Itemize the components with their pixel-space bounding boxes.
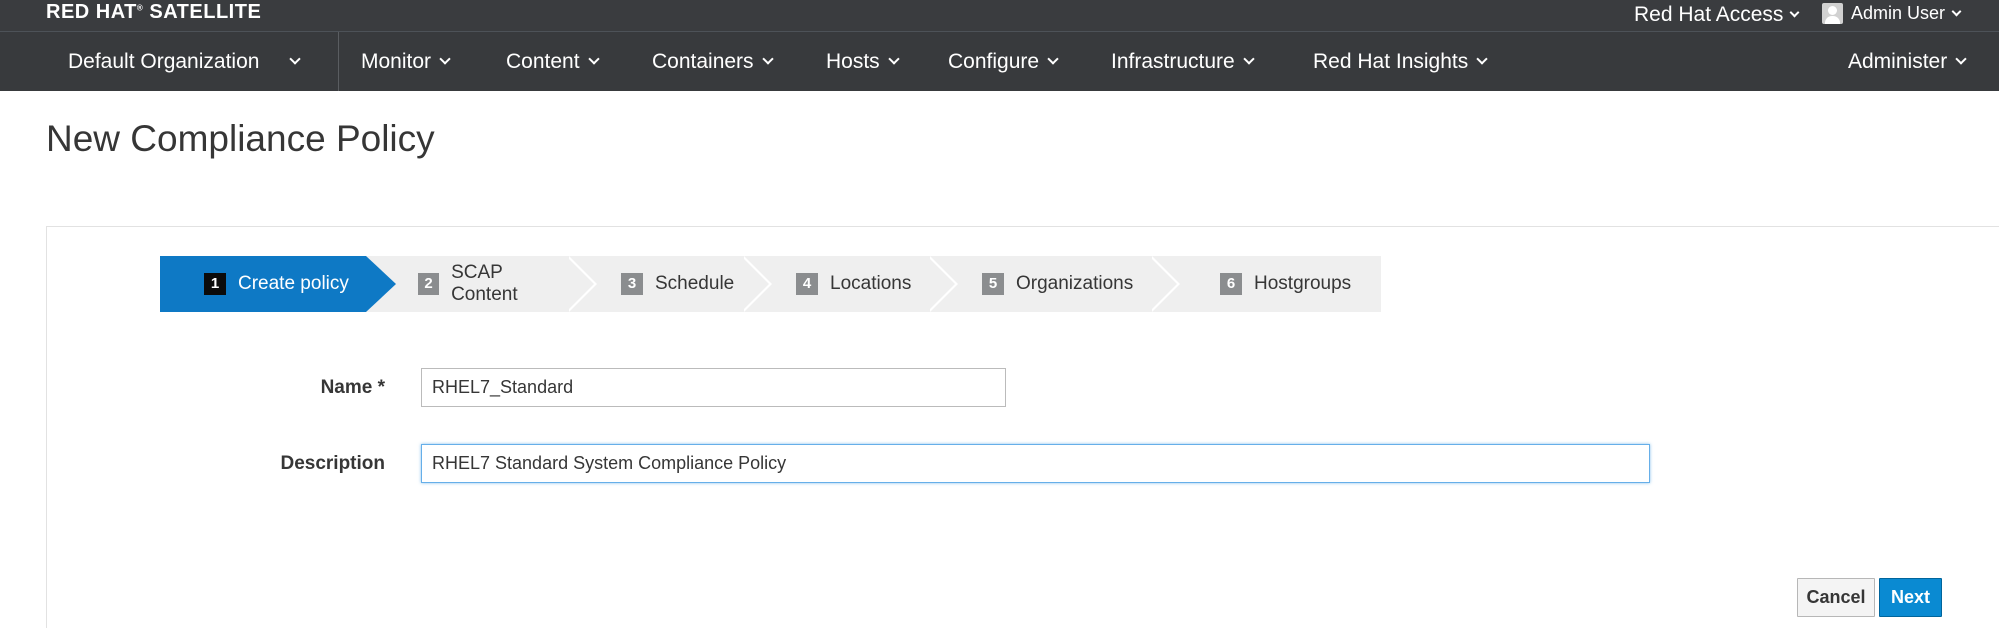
step-label: Hostgroups (1254, 273, 1352, 294)
chevron-down-icon (1243, 53, 1255, 65)
chevron-down-icon (1951, 6, 1962, 16)
step-arrow-shape (366, 256, 396, 312)
wizard-step-scap-content[interactable]: 2 SCAP Content (366, 256, 569, 312)
nav-divider (338, 32, 339, 91)
step-arrow-shape (566, 256, 594, 312)
nav-containers[interactable]: Containers (652, 32, 774, 91)
user-label: Admin User (1851, 3, 1946, 23)
step-number: 2 (418, 273, 440, 295)
nav-hosts[interactable]: Hosts (826, 32, 900, 91)
chevron-down-icon (289, 53, 302, 65)
chevron-down-icon (888, 53, 900, 65)
wizard-step-organizations[interactable]: 5 Organizations (930, 256, 1152, 312)
chevron-down-icon (761, 53, 774, 65)
user-avatar-icon (1822, 3, 1843, 24)
nav-red-hat-insights-label: Red Hat Insights (1313, 49, 1469, 73)
name-label: Name * (320, 377, 385, 398)
chevron-down-icon (1047, 53, 1059, 65)
nav-red-hat-insights[interactable]: Red Hat Insights (1313, 32, 1488, 91)
wizard-step-create-policy[interactable]: 1 Create policy (160, 256, 366, 312)
next-button[interactable]: Next (1879, 578, 1942, 617)
chevron-down-icon (439, 53, 451, 65)
org-switcher-label: Default Organization (68, 49, 260, 73)
red-hat-access-menu[interactable]: Red Hat Access (1634, 3, 1800, 27)
nav-administer[interactable]: Administer (1848, 32, 1967, 91)
nav-infrastructure[interactable]: Infrastructure (1111, 32, 1255, 91)
nav-content-label: Content (506, 49, 580, 73)
cancel-button[interactable]: Cancel (1797, 578, 1875, 617)
step-number: 4 (796, 273, 818, 295)
chevron-down-icon (587, 53, 600, 65)
chevron-down-icon (1789, 7, 1800, 18)
description-input[interactable] (421, 444, 1650, 483)
nav-infrastructure-label: Infrastructure (1111, 49, 1235, 73)
nav-containers-label: Containers (652, 49, 754, 73)
nav-content[interactable]: Content (506, 32, 600, 91)
red-hat-access-label: Red Hat Access (1634, 3, 1784, 26)
chevron-down-icon (1955, 53, 1967, 65)
brand-product: SATELLITE (149, 1, 262, 23)
step-arrow-shape (1149, 256, 1177, 312)
step-number: 1 (204, 273, 226, 295)
brand-logo[interactable]: RED HAT® SATELLITE (46, 1, 261, 24)
page-title: New Compliance Policy (46, 118, 435, 159)
step-label: Schedule (655, 273, 735, 294)
brand-trademark: ® (136, 3, 144, 13)
step-label: SCAP Content (451, 262, 518, 305)
user-menu[interactable]: Admin User (1822, 3, 1962, 24)
main-navigation: Default Organization Monitor Content Con… (0, 32, 1999, 91)
step-number: 5 (982, 273, 1004, 295)
nav-configure-label: Configure (948, 49, 1040, 73)
brand-name: RED HAT (46, 1, 137, 23)
org-switcher[interactable]: Default Organization (68, 32, 302, 91)
chevron-down-icon (1476, 53, 1488, 65)
step-arrow-shape (741, 256, 769, 312)
step-number: 3 (621, 273, 643, 295)
nav-administer-label: Administer (1848, 49, 1948, 73)
top-bar: RED HAT® SATELLITE Red Hat Access Admin … (0, 0, 1999, 32)
step-number: 6 (1220, 273, 1242, 295)
nav-hosts-label: Hosts (826, 49, 880, 73)
step-label: Create policy (238, 273, 349, 294)
step-label: Organizations (1016, 273, 1134, 294)
wizard-step-hostgroups[interactable]: 6 Hostgroups (1152, 256, 1381, 312)
nav-configure[interactable]: Configure (948, 32, 1059, 91)
step-label: Locations (830, 273, 912, 294)
name-input[interactable] (421, 368, 1006, 407)
description-label: Description (280, 453, 385, 474)
nav-monitor-label: Monitor (361, 49, 432, 73)
nav-monitor[interactable]: Monitor (361, 32, 451, 91)
step-arrow-shape (927, 256, 955, 312)
